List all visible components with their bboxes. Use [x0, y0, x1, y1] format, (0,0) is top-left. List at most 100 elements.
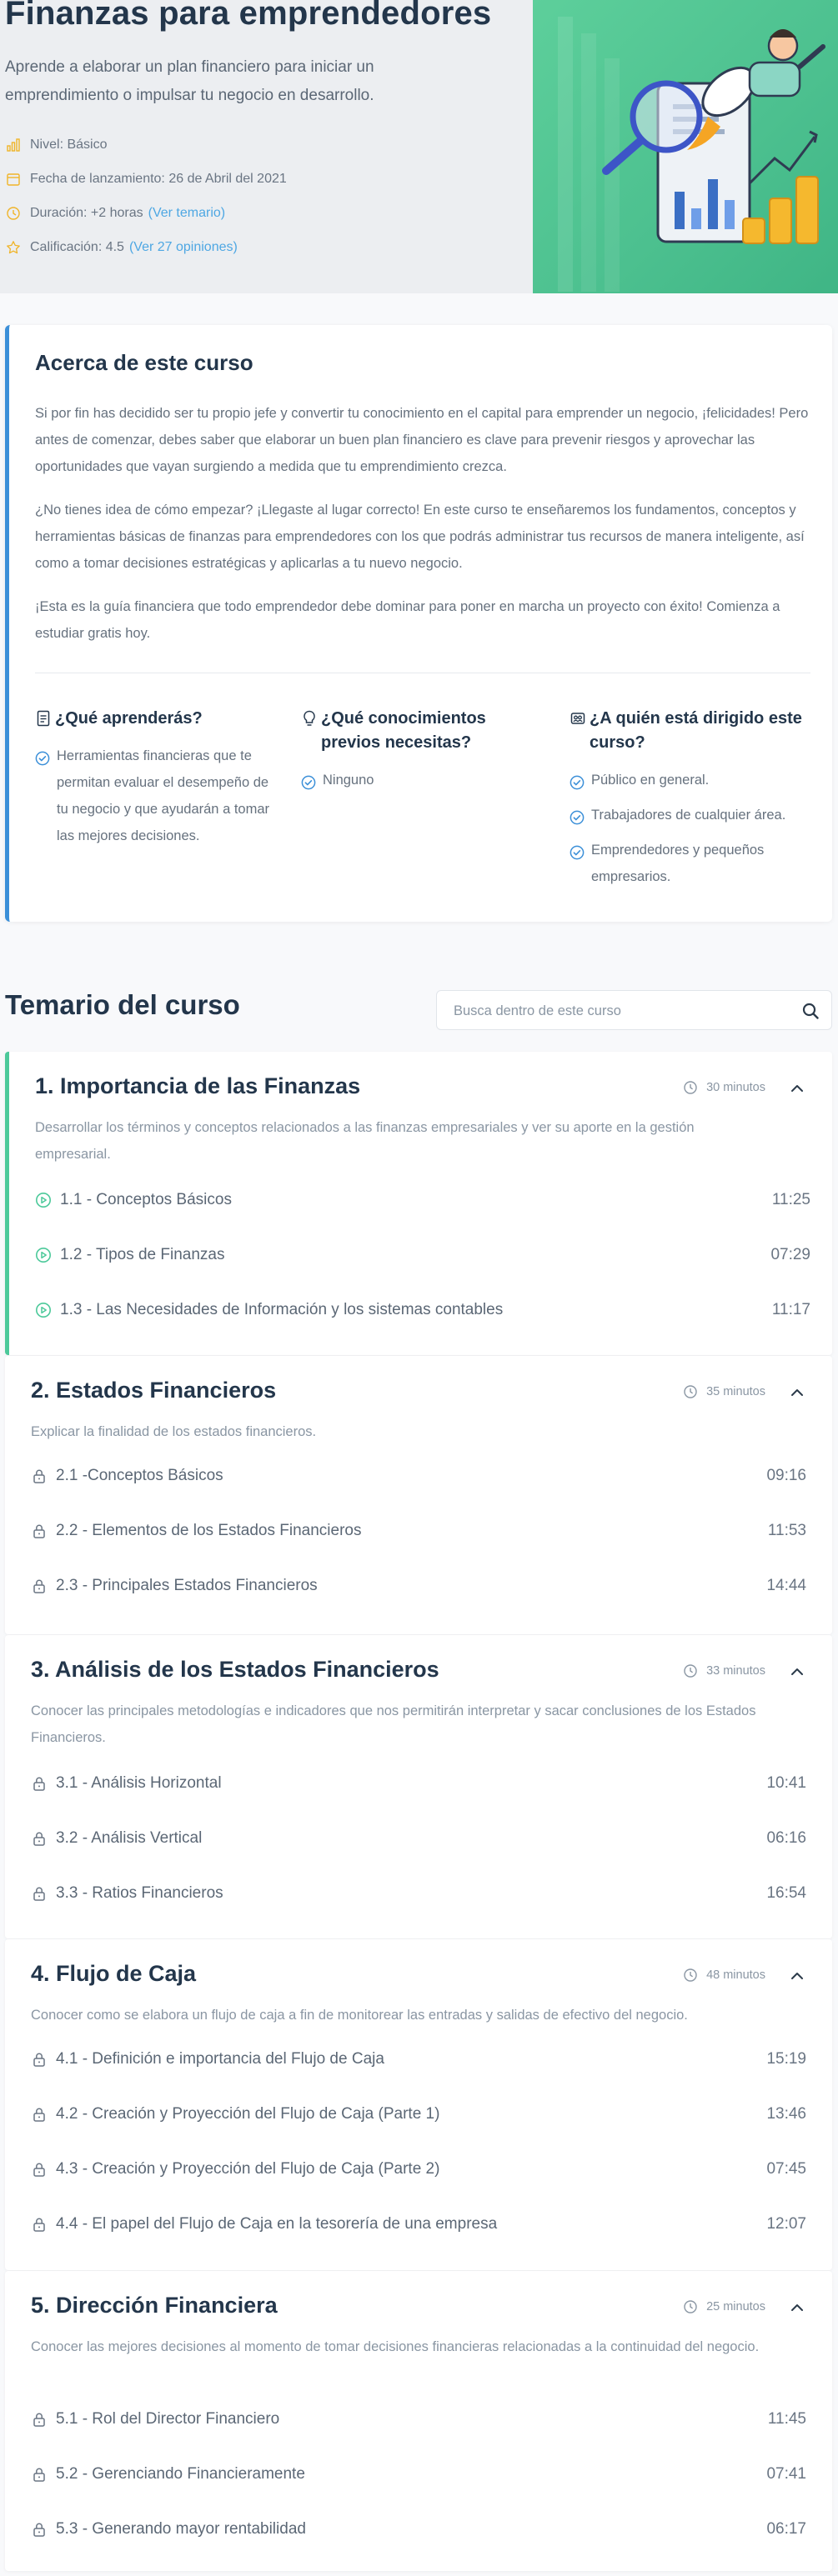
lesson-row[interactable]: 4.3 - Creación y Proyección del Flujo de… [31, 2154, 806, 2184]
lesson-row[interactable]: 5.3 - Generando mayor rentabilidad 06:17 [31, 2514, 806, 2544]
learn-list: Herramientas financieras que te permitan… [35, 743, 277, 849]
lesson-duration: 15:19 [766, 2050, 806, 2068]
syllabus-module: 5. Dirección Financiera 25 minutos Conocer… [5, 2271, 832, 2571]
syllabus-title: Temario del curso [5, 989, 240, 1020]
lock-icon [31, 2051, 48, 2068]
clock-icon [683, 2299, 698, 2314]
about-title: Acerca de este curso [35, 350, 253, 375]
lesson-duration: 07:29 [770, 1246, 810, 1263]
lesson-row[interactable]: 5.2 - Gerenciando Financieramente 07:41 [31, 2459, 806, 2489]
course-subtitle: Aprende a elaborar un plan financiero pa… [5, 58, 374, 104]
audience-title: ¿A quién está dirigido este curso? [590, 709, 802, 752]
chevron-up-icon[interactable] [787, 2298, 807, 2318]
prerequisites: ¿Qué conocimientos previos necesitas? Ni… [301, 707, 543, 802]
lesson-row[interactable]: 3.3 - Ratios Financieros 16:54 [31, 1878, 806, 1908]
lock-icon [31, 2411, 48, 2428]
lock-icon [31, 2106, 48, 2123]
lock-icon [31, 2521, 48, 2538]
lesson-title: 5.2 - Gerenciando Financieramente [56, 2465, 305, 2483]
play-icon [35, 1302, 52, 1318]
list-item: Público en general. [570, 767, 811, 793]
lesson-title: 5.1 - Rol del Director Financiero [56, 2410, 280, 2428]
lesson-duration: 12:07 [766, 2215, 806, 2233]
audience-heading: ¿A quién está dirigido este curso? [570, 707, 811, 755]
lesson-duration: 09:16 [766, 1467, 806, 1484]
lesson-row[interactable]: 3.1 - Análisis Horizontal 10:41 [31, 1768, 806, 1798]
syllabus-search [436, 990, 832, 1030]
course-hero: Finanzas para emprendedores Aprende a el… [0, 0, 838, 293]
lesson-duration: 11:45 [767, 2410, 806, 2428]
about-paragraph-1: Si por fin has decidido ser tu propio je… [35, 406, 809, 474]
module-duration-text: 25 minutos [706, 2300, 765, 2313]
lock-icon [31, 1775, 48, 1792]
module-duration: 33 minutos [683, 1663, 765, 1678]
rating-text: Calificación: 4.5 [30, 240, 124, 254]
level-text: Nivel: Básico [30, 138, 108, 152]
list-item: Trabajadores de cualquier área. [570, 802, 811, 828]
lesson-duration: 16:54 [766, 1884, 806, 1902]
lesson-row[interactable]: 2.1 -Conceptos Básicos 09:16 [31, 1461, 806, 1491]
module-duration: 30 minutos [683, 1080, 765, 1095]
learn-title: ¿Qué aprenderás? [55, 709, 203, 728]
check-circle-icon [570, 843, 585, 860]
list-item: Emprendedores y pequeños empresarios. [570, 837, 811, 890]
prereq-list: Ninguno [301, 767, 543, 793]
lesson-title: 3.2 - Análisis Vertical [56, 1829, 203, 1847]
play-icon [35, 1192, 52, 1208]
lesson-title: 2.3 - Principales Estados Financieros [56, 1577, 318, 1594]
lesson-row[interactable]: 5.1 - Rol del Director Financiero 11:45 [31, 2404, 806, 2434]
lesson-title: 4.1 - Definición e importancia del Flujo… [56, 2050, 384, 2068]
play-icon [35, 1247, 52, 1263]
lesson-duration: 13:46 [766, 2105, 806, 2123]
learn-heading: ¿Qué aprenderás? [35, 707, 277, 731]
lesson-duration: 07:45 [766, 2160, 806, 2178]
lock-icon [31, 2161, 48, 2178]
lesson-row[interactable]: 2.3 - Principales Estados Financieros 14:… [31, 1571, 806, 1601]
lesson-duration: 10:41 [766, 1774, 806, 1792]
module-description: Conocer las principales metodologías e i… [31, 1703, 756, 1745]
lesson-title: 5.3 - Generando mayor rentabilidad [56, 2520, 306, 2538]
launch-text: Fecha de lanzamiento: 26 de Abril del 20… [30, 172, 287, 186]
chevron-up-icon[interactable] [787, 1966, 807, 1986]
module-description: Desarrollar los términos y conceptos rel… [35, 1120, 695, 1162]
meta-level: Nivel: Básico [5, 137, 107, 153]
view-syllabus-link[interactable]: (Ver temario) [148, 206, 225, 221]
course-title: Finanzas para emprendedores [5, 0, 492, 32]
lesson-row[interactable]: 4.1 - Definición e importancia del Flujo… [31, 2044, 806, 2074]
about-paragraph-3: ¡Esta es la guía financiera que todo emp… [35, 599, 780, 641]
lesson-row[interactable]: 3.2 - Análisis Vertical 06:16 [31, 1823, 806, 1853]
clock-icon [683, 1384, 698, 1399]
module-title: 3. Análisis de los Estados Financieros [31, 1657, 439, 1682]
lesson-row[interactable]: 4.2 - Creación y Proyección del Flujo de… [31, 2099, 806, 2129]
lock-icon [31, 2216, 48, 2233]
lesson-row[interactable]: 1.1 - Conceptos Básicos 11:25 [35, 1185, 810, 1215]
list-item: Herramientas financieras que te permitan… [35, 743, 277, 849]
lock-icon [31, 1578, 48, 1594]
view-reviews-link[interactable]: (Ver 27 opiniones) [129, 240, 238, 255]
search-icon[interactable] [801, 1002, 820, 1020]
document-icon [35, 708, 52, 728]
module-duration-text: 33 minutos [706, 1664, 765, 1678]
lesson-row[interactable]: 2.2 - Elementos de los Estados Financier… [31, 1516, 806, 1546]
lesson-row[interactable]: 1.3 - Las Necesidades de Información y l… [35, 1295, 810, 1325]
syllabus-search-input[interactable] [454, 1001, 787, 1021]
chevron-up-icon[interactable] [787, 1078, 807, 1098]
lock-icon [31, 1523, 48, 1539]
module-duration: 25 minutos [683, 2299, 765, 2314]
lock-icon [31, 1468, 48, 1484]
module-duration-text: 30 minutos [706, 1081, 765, 1094]
lesson-title: 3.1 - Análisis Horizontal [56, 1774, 222, 1792]
lesson-row[interactable]: 1.2 - Tipos de Finanzas 07:29 [35, 1240, 810, 1270]
lesson-duration: 11:25 [771, 1191, 810, 1208]
target-audience: ¿A quién está dirigido este curso? Públi… [570, 707, 811, 898]
clock-icon [683, 1968, 698, 1983]
check-circle-icon [301, 773, 316, 790]
course-illustration [533, 0, 838, 293]
chevron-up-icon[interactable] [787, 1662, 807, 1682]
chevron-up-icon[interactable] [787, 1383, 807, 1403]
lesson-duration: 11:53 [767, 1522, 806, 1539]
lesson-duration: 11:17 [771, 1301, 810, 1318]
audience-list: Público en general. Trabajadores de cualq… [570, 767, 811, 890]
duration-text: Duración: +2 horas [30, 206, 143, 220]
lesson-row[interactable]: 4.4 - El papel del Flujo de Caja en la t… [31, 2209, 806, 2239]
